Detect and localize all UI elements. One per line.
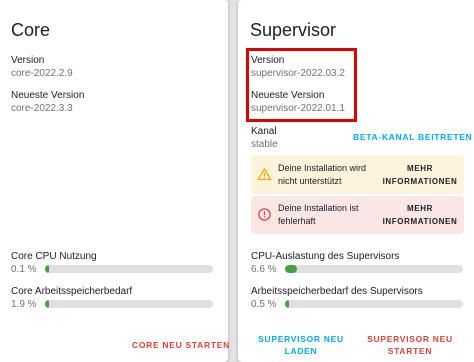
supervisor-cpu-progress-bar [285,265,463,273]
broken-more-info-button[interactable]: MEHR INFORMATIONEN [380,202,460,228]
broken-installation-message: Deine Installation ist fehlerhaft [278,203,359,226]
supervisor-channel-label: Kanal [251,126,277,137]
core-version-label: Version [11,55,45,66]
core-latest-version-label: Neueste Version [11,90,85,101]
supervisor-cpu-label: CPU-Auslastung des Supervisors [251,251,400,262]
supervisor-memory-label: Arbeitsspeicherbedarf des Supervisors [251,286,423,297]
unsupported-installation-alert: Deine Installation wird nicht unterstütz… [251,155,464,194]
core-card: Core Version core-2022.2.9 Neueste Versi… [0,0,230,362]
unsupported-more-info-button[interactable]: MEHR INFORMATIONEN [380,162,460,188]
highlight-box [246,48,357,122]
supervisor-reload-button[interactable]: SUPERVISOR NEU LADEN [256,333,346,357]
supervisor-channel-value: stable [251,139,278,150]
supervisor-card: Supervisor Version supervisor-2022.03.2 … [238,0,474,362]
core-memory-label: Core Arbeitsspeicherbedarf [11,286,133,297]
core-cpu-value: 0.1 % [11,264,37,275]
unsupported-installation-message: Deine Installation wird nicht unterstütz… [278,163,367,186]
core-memory-progress-bar [45,300,213,308]
supervisor-memory-value: 0.5 % [251,299,277,310]
core-cpu-label: Core CPU Nutzung [11,251,97,262]
supervisor-title: Supervisor [250,20,337,40]
supervisor-cpu-value: 6.6 % [251,264,277,275]
core-version-value: core-2022.2.9 [11,68,73,79]
core-cpu-progress-bar [45,265,213,273]
core-latest-version-value: core-2022.3.3 [11,103,73,114]
core-restart-button[interactable]: CORE NEU STARTEN [132,340,230,350]
core-cpu-progress-fill [45,265,49,273]
supervisor-memory-progress-bar [285,300,463,308]
core-memory-progress-fill [45,300,49,308]
core-memory-value: 1.9 % [11,299,37,310]
error-circle-icon [258,208,271,221]
warning-triangle-icon [257,168,272,181]
join-beta-channel-button[interactable]: BETA-KANAL BEITRETEN [353,132,472,142]
broken-installation-alert: Deine Installation ist fehlerhaft MEHR I… [251,196,464,234]
supervisor-cpu-progress-fill [285,265,297,273]
supervisor-restart-button[interactable]: SUPERVISOR NEU STARTEN [362,333,458,357]
core-title: Core [11,20,51,40]
supervisor-memory-progress-fill [285,300,289,308]
